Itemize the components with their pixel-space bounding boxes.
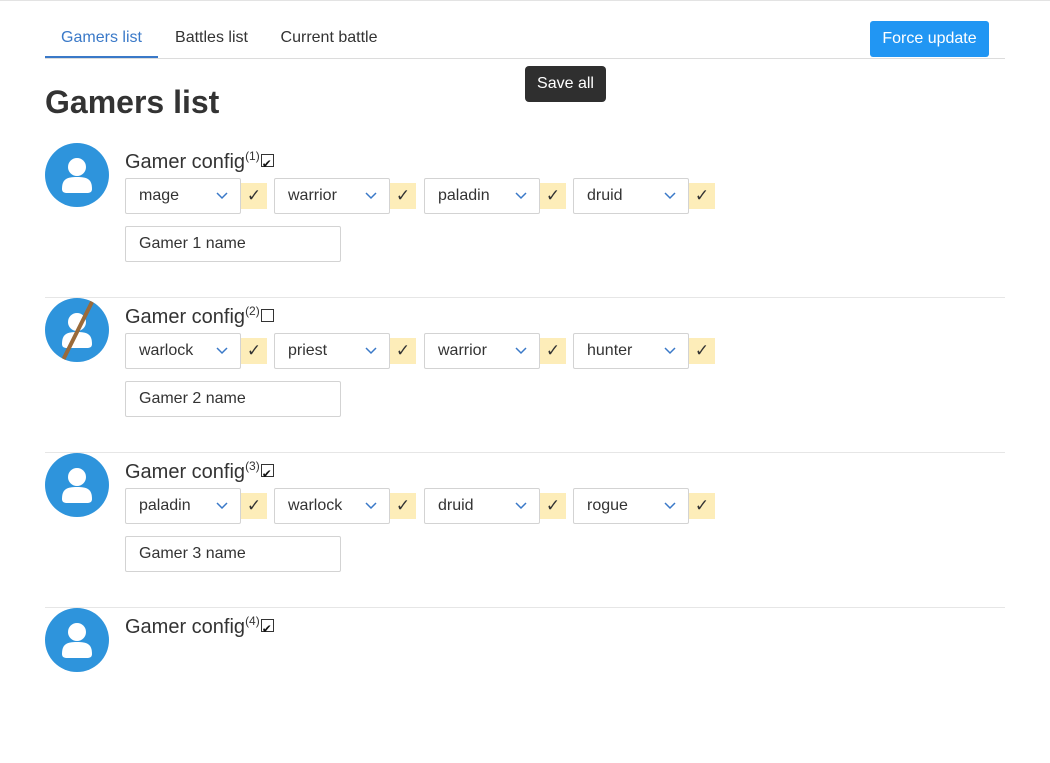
gamer-config-title: Gamer config(3) bbox=[125, 453, 274, 487]
gamer-card: Gamer config(1) mage ✓ warrior ✓ paladin ✓ drui… bbox=[45, 143, 1005, 298]
class-select-value: warlock bbox=[288, 497, 343, 514]
class-select-value: warrior bbox=[438, 342, 487, 359]
class-select-value: paladin bbox=[139, 497, 191, 514]
gamer-config-label: Gamer config bbox=[125, 461, 246, 483]
check-mark-icon: ✓ bbox=[241, 183, 267, 209]
force-update-button[interactable]: Force update bbox=[870, 21, 989, 57]
class-select[interactable]: mage bbox=[125, 178, 241, 214]
gamer-name-input[interactable] bbox=[125, 381, 341, 417]
tab-bar: Gamers list Battles list Current battle bbox=[45, 21, 1005, 59]
class-select[interactable]: warrior bbox=[274, 178, 390, 214]
class-select[interactable]: warrior bbox=[424, 333, 540, 369]
class-select[interactable]: hunter bbox=[573, 333, 689, 369]
check-mark-icon: ✓ bbox=[689, 493, 715, 519]
class-select[interactable]: rogue bbox=[573, 488, 689, 524]
avatar bbox=[45, 143, 109, 207]
class-select-value: druid bbox=[587, 187, 623, 204]
gamer-card: Gamer config(4) bbox=[45, 608, 1005, 763]
class-select[interactable]: warlock bbox=[274, 488, 390, 524]
gamer-index: (4) bbox=[245, 614, 260, 628]
class-select-value: priest bbox=[288, 342, 328, 359]
chevron-down-icon bbox=[664, 189, 676, 208]
check-mark-icon: ✓ bbox=[241, 493, 267, 519]
gamer-enabled-checkbox[interactable] bbox=[260, 309, 274, 322]
class-select[interactable]: druid bbox=[424, 488, 540, 524]
gamer-name-input[interactable] bbox=[125, 226, 341, 262]
chevron-down-icon bbox=[365, 344, 377, 363]
gamer-card: Gamer config(2) warlock ✓ priest ✓ warrior ✓ hu… bbox=[45, 298, 1005, 453]
save-all-tooltip: Save all bbox=[525, 66, 606, 102]
check-mark-icon: ✓ bbox=[540, 338, 566, 364]
gamer-name-input[interactable] bbox=[125, 536, 341, 572]
gamer-enabled-checkbox[interactable] bbox=[260, 461, 274, 487]
check-mark-icon: ✓ bbox=[241, 338, 267, 364]
class-selects: warlock ✓ priest ✓ warrior ✓ hunter ✓ bbox=[125, 333, 725, 369]
chevron-down-icon bbox=[515, 344, 527, 363]
gamer-enabled-checkbox[interactable] bbox=[260, 151, 274, 177]
gamer-config-title: Gamer config(2) bbox=[125, 298, 274, 330]
class-select[interactable]: druid bbox=[573, 178, 689, 214]
gamer-config-label: Gamer config bbox=[125, 306, 246, 328]
class-select-value: rogue bbox=[587, 497, 628, 514]
class-selects: paladin ✓ warlock ✓ druid ✓ rogue ✓ bbox=[125, 488, 725, 524]
class-select[interactable]: paladin bbox=[424, 178, 540, 214]
class-select-value: warrior bbox=[288, 187, 337, 204]
tab-gamers-list[interactable]: Gamers list bbox=[45, 21, 158, 58]
class-selects: mage ✓ warrior ✓ paladin ✓ druid ✓ bbox=[125, 178, 725, 214]
gamer-config-title: Gamer config(4) bbox=[125, 608, 274, 642]
check-mark-icon: ✓ bbox=[540, 493, 566, 519]
tab-battles-list[interactable]: Battles list bbox=[166, 21, 257, 58]
chevron-down-icon bbox=[216, 189, 228, 208]
class-select-value: hunter bbox=[587, 342, 633, 359]
gamer-card: Gamer config(3) paladin ✓ warlock ✓ druid ✓ rog… bbox=[45, 453, 1005, 608]
class-select[interactable]: priest bbox=[274, 333, 390, 369]
gamer-enabled-checkbox[interactable] bbox=[260, 616, 274, 642]
gamer-index: (1) bbox=[245, 149, 260, 163]
check-mark-icon: ✓ bbox=[390, 183, 416, 209]
gamer-config-label: Gamer config bbox=[125, 616, 246, 638]
gamer-config-label: Gamer config bbox=[125, 151, 246, 173]
avatar bbox=[45, 298, 109, 362]
class-select-value: warlock bbox=[139, 342, 194, 359]
check-mark-icon: ✓ bbox=[540, 183, 566, 209]
page-title: Gamers list bbox=[45, 84, 220, 120]
check-mark-icon: ✓ bbox=[689, 183, 715, 209]
chevron-down-icon bbox=[365, 189, 377, 208]
class-select[interactable]: paladin bbox=[125, 488, 241, 524]
chevron-down-icon bbox=[515, 189, 527, 208]
chevron-down-icon bbox=[664, 344, 676, 363]
avatar bbox=[45, 453, 109, 517]
chevron-down-icon bbox=[216, 499, 228, 518]
chevron-down-icon bbox=[216, 344, 228, 363]
class-select-value: mage bbox=[139, 187, 180, 204]
gamer-index: (3) bbox=[245, 459, 260, 473]
tab-current-battle[interactable]: Current battle bbox=[273, 21, 385, 58]
avatar bbox=[45, 608, 109, 672]
class-select-value: druid bbox=[438, 497, 474, 514]
gamer-config-title: Gamer config(1) bbox=[125, 143, 274, 177]
chevron-down-icon bbox=[365, 499, 377, 518]
chevron-down-icon bbox=[515, 499, 527, 518]
check-mark-icon: ✓ bbox=[689, 338, 715, 364]
check-mark-icon: ✓ bbox=[390, 338, 416, 364]
check-mark-icon: ✓ bbox=[390, 493, 416, 519]
class-select[interactable]: warlock bbox=[125, 333, 241, 369]
gamer-index: (2) bbox=[245, 304, 260, 318]
chevron-down-icon bbox=[664, 499, 676, 518]
class-select-value: paladin bbox=[438, 187, 490, 204]
